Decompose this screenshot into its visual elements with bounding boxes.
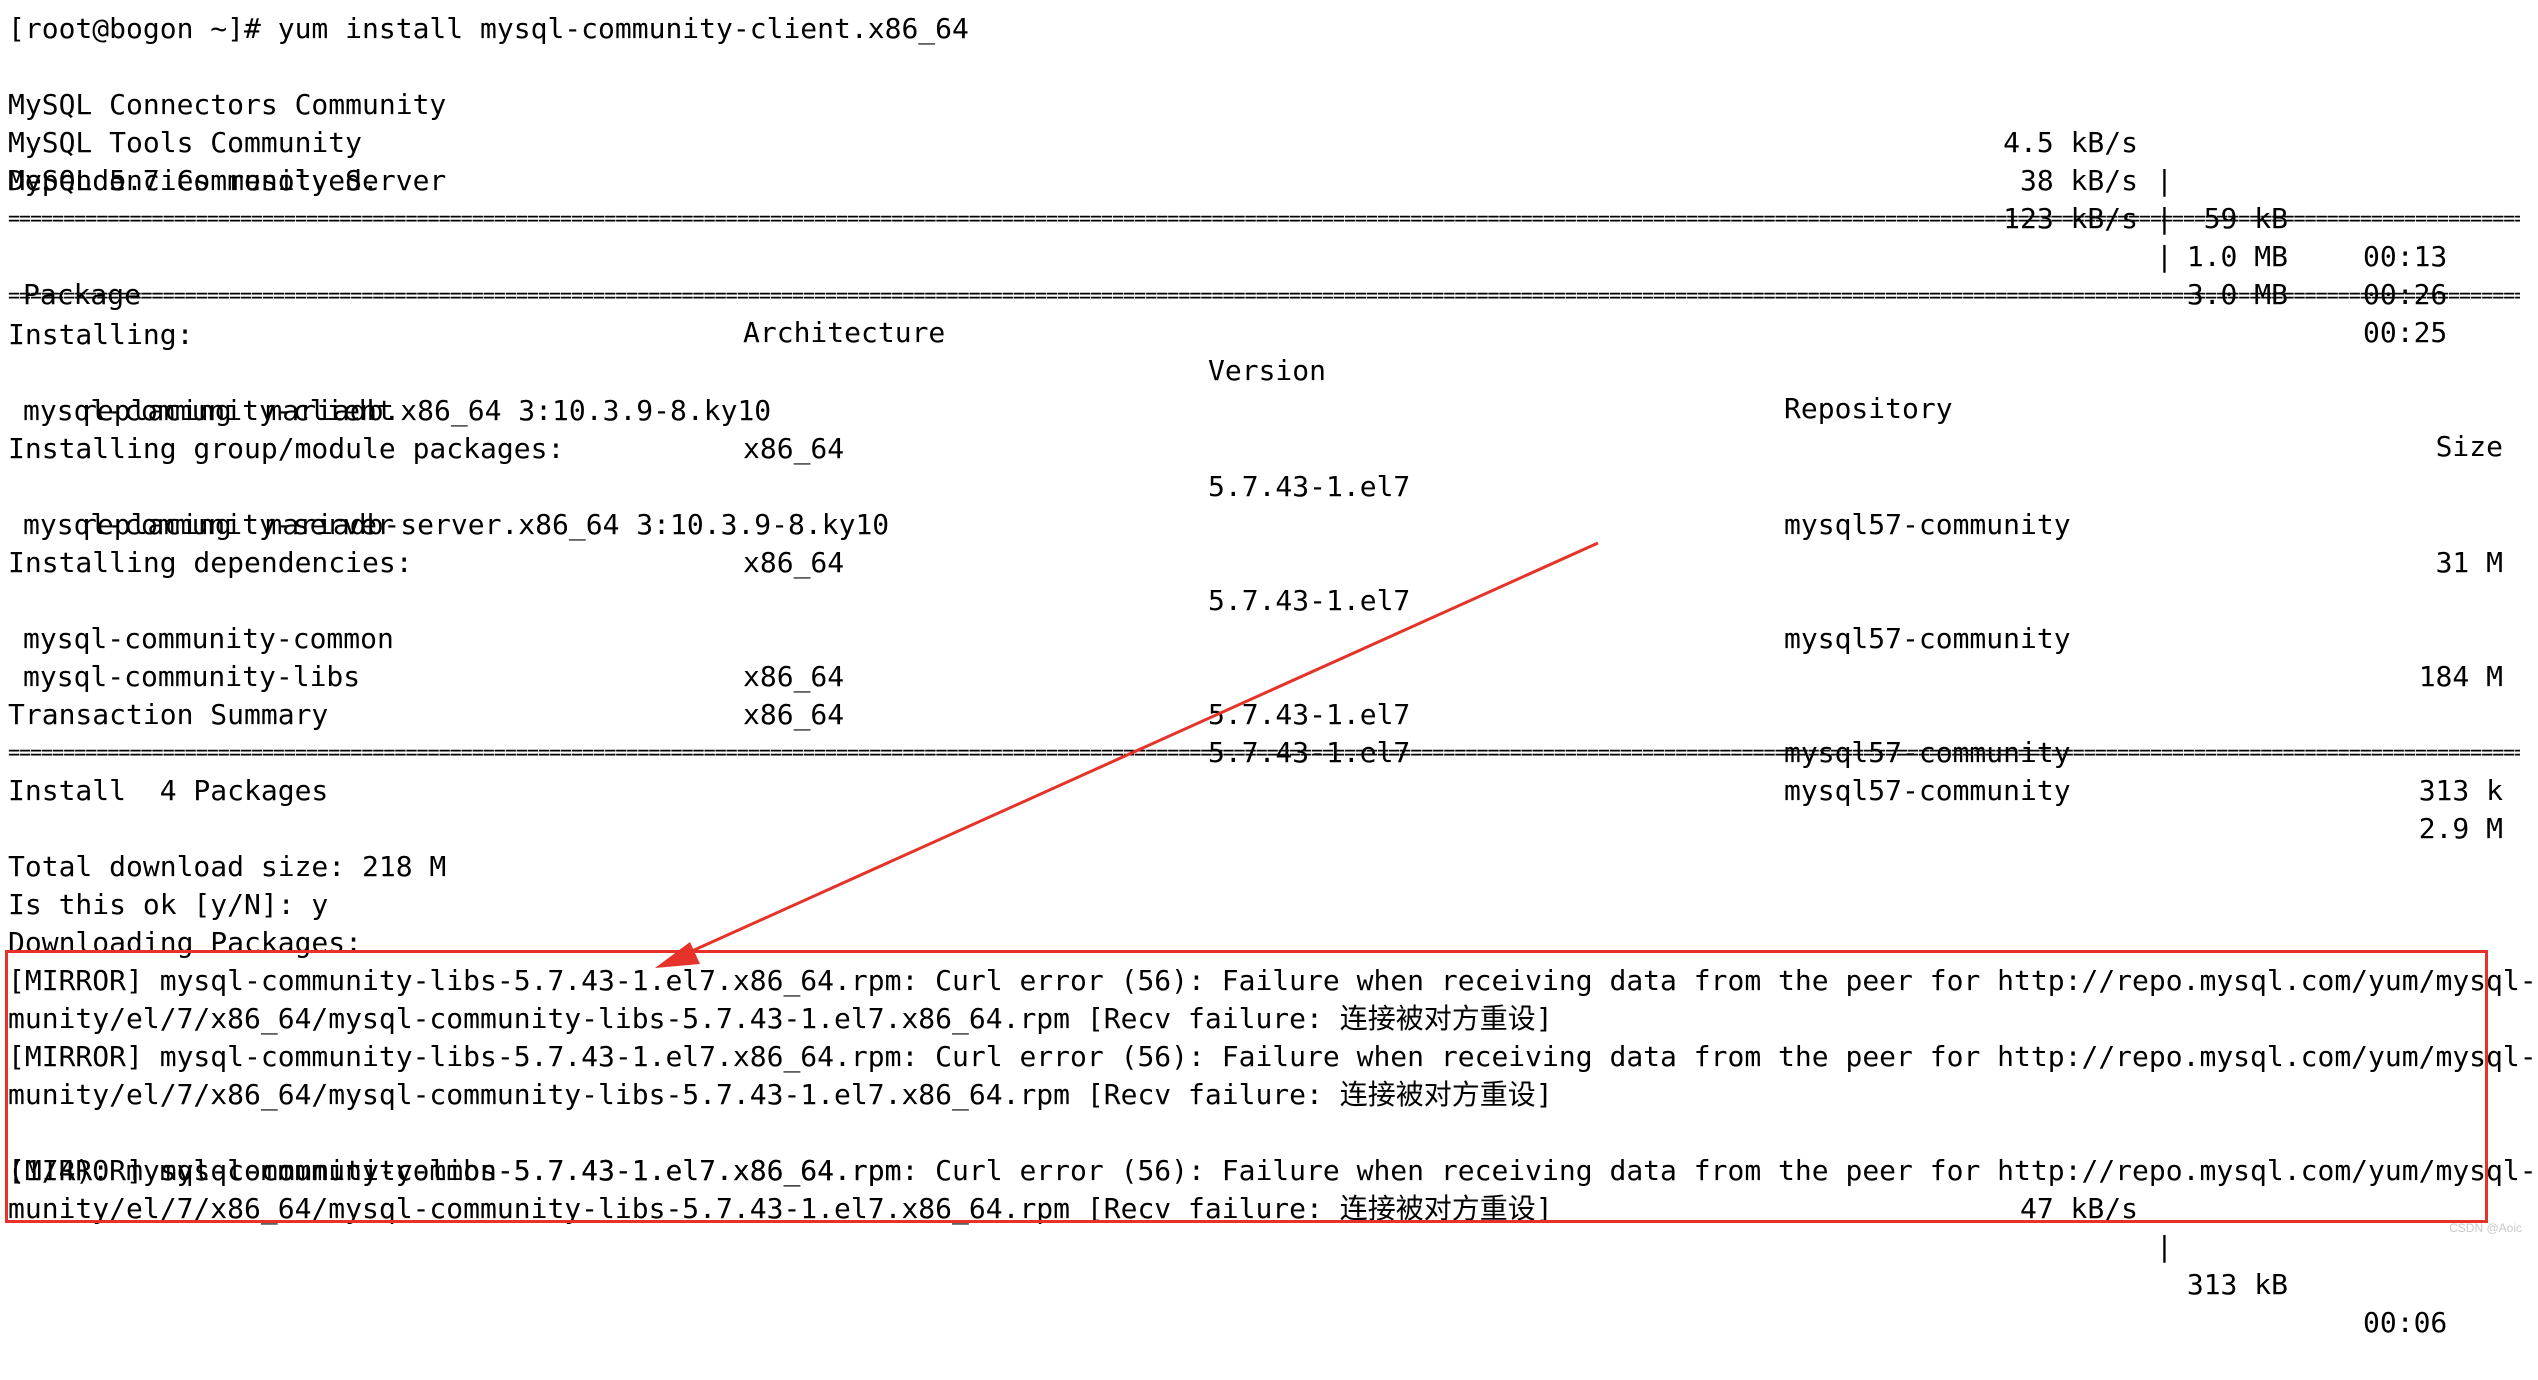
repo-line: MySQL Connectors Community 4.5 kB/s | 59… bbox=[8, 48, 2447, 273]
repo-line: MySQL 5.7 Community Server 123 kB/s | 3.… bbox=[8, 124, 2447, 349]
package-arch: x86_64 bbox=[743, 546, 845, 579]
section-group-packages: Installing group/module packages: bbox=[8, 432, 565, 465]
separator-line: ========================================… bbox=[8, 206, 2520, 230]
repo-speed: 38 kB/s bbox=[2019, 164, 2138, 197]
header-architecture: Architecture bbox=[743, 316, 946, 349]
table-row: mysql-community-common x86_64 5.7.43-1.e… bbox=[8, 582, 2518, 807]
transaction-summary: Transaction Summary bbox=[8, 698, 329, 731]
separator-line: ========================================… bbox=[8, 740, 2520, 764]
separator-line: ========================================… bbox=[8, 283, 2520, 307]
error-highlight-box bbox=[5, 950, 2488, 1223]
divider-bar: | bbox=[2156, 164, 2173, 197]
confirm-line: Is this ok [y/N]: y bbox=[8, 888, 329, 921]
progress-size: 313 kB bbox=[2186, 1268, 2288, 1301]
repo-time: 00:25 bbox=[2363, 316, 2448, 349]
command-prompt-line: [root@bogon ~]# yum install mysql-commun… bbox=[8, 12, 969, 45]
total-size-line: Total download size: 218 M bbox=[8, 850, 447, 883]
package-repo: mysql57-community bbox=[1784, 508, 2071, 541]
package-size: 313 k bbox=[2418, 774, 2503, 807]
divider-bar: | bbox=[2156, 1230, 2173, 1263]
package-arch: x86_64 bbox=[743, 698, 845, 731]
package-size: 31 M bbox=[2435, 546, 2503, 579]
header-repository: Repository bbox=[1784, 392, 1953, 425]
table-header: Package Architecture Version Repository … bbox=[8, 238, 2518, 463]
replacing-line: replacing mariadb.x86_64 3:10.3.9-8.ky10 bbox=[80, 394, 772, 427]
package-size: 2.9 M bbox=[2418, 812, 2503, 845]
deps-resolved-line: Dependencies resolved. bbox=[8, 164, 379, 197]
progress-time: 00:06 bbox=[2363, 1306, 2448, 1339]
table-row: mysql-community-client x86_64 5.7.43-1.e… bbox=[8, 354, 2518, 579]
package-repo: mysql57-community bbox=[1784, 774, 2071, 807]
replacing-line: replacing mariadb-server.x86_64 3:10.3.9… bbox=[80, 508, 890, 541]
watermark: CSDN @Aoic bbox=[2449, 1221, 2522, 1235]
terminal-window[interactable]: [root@bogon ~]# yum install mysql-commun… bbox=[0, 0, 2538, 1339]
package-size: 184 M bbox=[2418, 660, 2503, 693]
package-name: mysql-community-libs bbox=[23, 660, 361, 693]
install-count-line: Install 4 Packages bbox=[8, 774, 329, 807]
section-installing: Installing: bbox=[8, 318, 194, 351]
table-row: mysql-community-server x86_64 5.7.43-1.e… bbox=[8, 468, 2518, 693]
package-arch: x86_64 bbox=[743, 432, 845, 465]
table-row: mysql-community-libs x86_64 5.7.43-1.el7… bbox=[8, 620, 2518, 845]
repo-line: MySQL Tools Community 38 kB/s | 1.0 MB 0… bbox=[8, 86, 2447, 311]
section-dependencies: Installing dependencies: bbox=[8, 546, 413, 579]
package-version: 5.7.43-1.el7 bbox=[1208, 698, 1411, 731]
package-arch: x86_64 bbox=[743, 660, 845, 693]
header-size: Size bbox=[2435, 430, 2503, 463]
